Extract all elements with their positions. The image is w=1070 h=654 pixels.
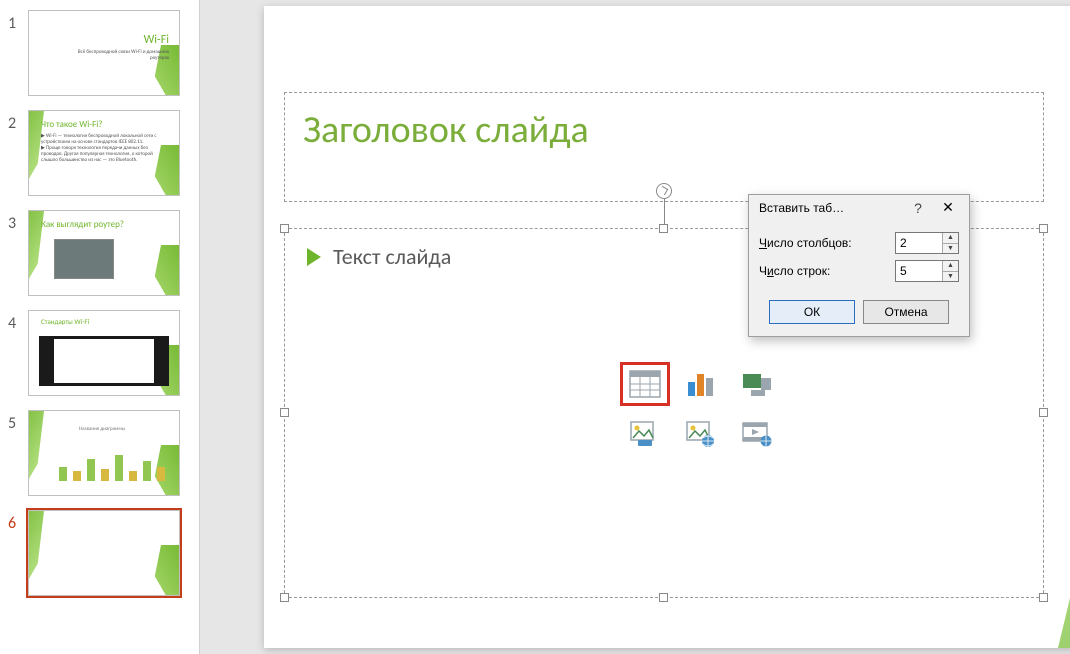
thumbnail-number: 2 (8, 110, 28, 133)
thumbnail-3[interactable]: 3 Как выглядит роутер? (0, 200, 199, 300)
thumbnail-title: Как выглядит роутер? (41, 219, 124, 230)
thumbnail-2[interactable]: 2 Что такое Wi-Fi? ▶ Wi-Fi — технология … (0, 100, 199, 200)
insert-chart-button[interactable] (676, 362, 726, 406)
columns-label: Число столбцов: (759, 236, 895, 250)
rows-spinner[interactable]: ▲▼ (895, 260, 959, 282)
title-placeholder-text: Заголовок слайда (303, 107, 1025, 153)
rows-label: Число строк: (759, 264, 895, 278)
spin-up-icon[interactable]: ▲ (943, 233, 958, 244)
ok-button[interactable]: ОК (769, 300, 855, 324)
thumbnail-subtitle: Всё беспроводной связи Wi-Fi и домашних … (69, 49, 169, 61)
thumbnail-1[interactable]: 1 Wi-Fi Всё беспроводной связи Wi-Fi и д… (0, 0, 199, 100)
dialog-close-button[interactable]: ✕ (931, 199, 965, 216)
columns-input[interactable] (896, 233, 942, 253)
thumbnail-number: 4 (8, 310, 28, 333)
video-icon (741, 420, 773, 448)
thumbnail-title: Что такое Wi-Fi? (41, 119, 102, 130)
slide-thumbnail-panel[interactable]: 1 Wi-Fi Всё беспроводной связи Wi-Fi и д… (0, 0, 200, 654)
spin-up-icon[interactable]: ▲ (943, 261, 958, 272)
dialog-title: Вставить таб… (759, 201, 905, 215)
insert-online-picture-button[interactable] (676, 412, 726, 456)
thumbnail-6[interactable]: 6 (0, 500, 199, 600)
slide-editor[interactable]: Заголовок слайда Текст слайда (200, 0, 1070, 654)
spin-down-icon[interactable]: ▼ (943, 272, 958, 282)
insert-smartart-button[interactable] (732, 362, 782, 406)
thumbnail-number: 3 (8, 210, 28, 233)
smartart-icon (741, 370, 773, 398)
bullet-icon (307, 248, 321, 266)
content-placeholder-text: Текст слайда (333, 243, 451, 270)
content-insert-icons (620, 362, 782, 456)
dialog-help-button[interactable]: ? (905, 200, 931, 216)
thumbnail-number: 6 (8, 510, 28, 533)
cancel-button[interactable]: Отмена (863, 300, 949, 324)
picture-icon (629, 420, 661, 448)
thumbnail-4[interactable]: 4 Стандарты Wi-Fi (0, 300, 199, 400)
chart-icon (685, 370, 717, 398)
rows-input[interactable] (896, 261, 942, 281)
table-icon (629, 370, 661, 398)
spin-down-icon[interactable]: ▼ (943, 244, 958, 254)
insert-table-dialog: Вставить таб… ? ✕ Число столбцов: ▲▼ Чис… (748, 194, 970, 337)
thumbnail-number: 1 (8, 10, 28, 33)
thumbnail-5[interactable]: 5 Название диаграммы (0, 400, 199, 500)
thumbnail-title: Wi-Fi (144, 33, 169, 47)
online-picture-icon (685, 420, 717, 448)
insert-video-button[interactable] (732, 412, 782, 456)
columns-spinner[interactable]: ▲▼ (895, 232, 959, 254)
insert-picture-button[interactable] (620, 412, 670, 456)
insert-table-button[interactable] (620, 362, 670, 406)
thumbnail-number: 5 (8, 410, 28, 433)
rotate-handle-icon[interactable] (656, 183, 672, 199)
thumbnail-title: Стандарты Wi-Fi (41, 317, 89, 326)
